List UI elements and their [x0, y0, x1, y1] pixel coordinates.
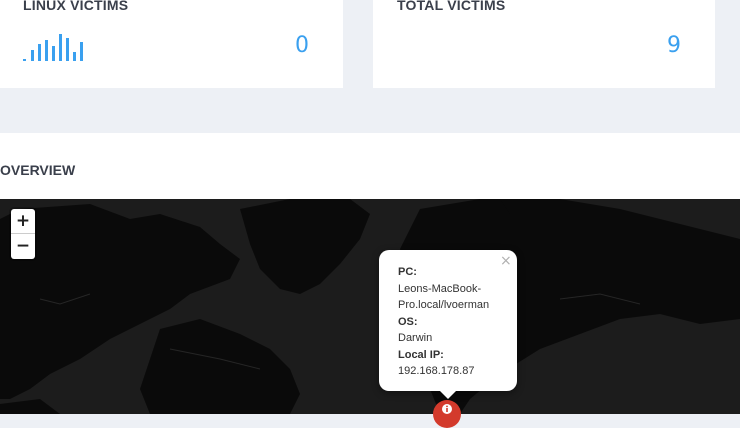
- overview-header: [0, 133, 740, 199]
- zoom-in-button[interactable]: +: [11, 209, 35, 234]
- popup-content: PC: Leons-MacBook- Pro.local/lvoerman OS…: [398, 264, 510, 380]
- land-shape: [0, 399, 60, 414]
- linux-victims-count: 0: [295, 33, 309, 58]
- pc-value-line1: Leons-MacBook-: [398, 282, 482, 295]
- linux-sparkline-chart: [23, 34, 83, 61]
- local-ip-value: 192.168.178.87: [398, 365, 475, 377]
- overview-title: OVERVIEW: [0, 162, 76, 178]
- spark-bar: [31, 50, 34, 61]
- popup-tip: [439, 390, 457, 399]
- spark-bar: [52, 46, 55, 61]
- spark-bar: [23, 59, 26, 61]
- info-icon: [442, 404, 452, 414]
- local-ip-label: Local IP:: [398, 348, 444, 361]
- greenland-shape: [240, 199, 370, 294]
- linux-victims-title: LINUX VICTIMS: [23, 0, 129, 13]
- spark-bar: [59, 34, 62, 61]
- world-map[interactable]: + −: [0, 199, 740, 414]
- map-land: [0, 199, 740, 414]
- total-victims-title: TOTAL VICTIMS: [397, 0, 506, 13]
- os-label: OS:: [398, 315, 418, 328]
- spark-bar: [45, 40, 48, 61]
- spark-bar: [66, 38, 69, 61]
- pc-label: PC:: [398, 266, 417, 278]
- total-victims-count: 9: [667, 33, 681, 58]
- zoom-control: + −: [11, 209, 35, 259]
- os-value: Darwin: [398, 332, 433, 344]
- land-shape: [140, 319, 300, 414]
- total-victims-card: TOTAL VICTIMS 9: [373, 0, 715, 88]
- linux-victims-card: LINUX VICTIMS 0: [0, 0, 343, 88]
- spark-bar: [73, 52, 76, 61]
- zoom-out-button[interactable]: −: [11, 234, 35, 258]
- spark-bar: [38, 44, 41, 61]
- spark-bar: [80, 42, 83, 61]
- pc-value-line2: Pro.local/lvoerman: [398, 299, 490, 311]
